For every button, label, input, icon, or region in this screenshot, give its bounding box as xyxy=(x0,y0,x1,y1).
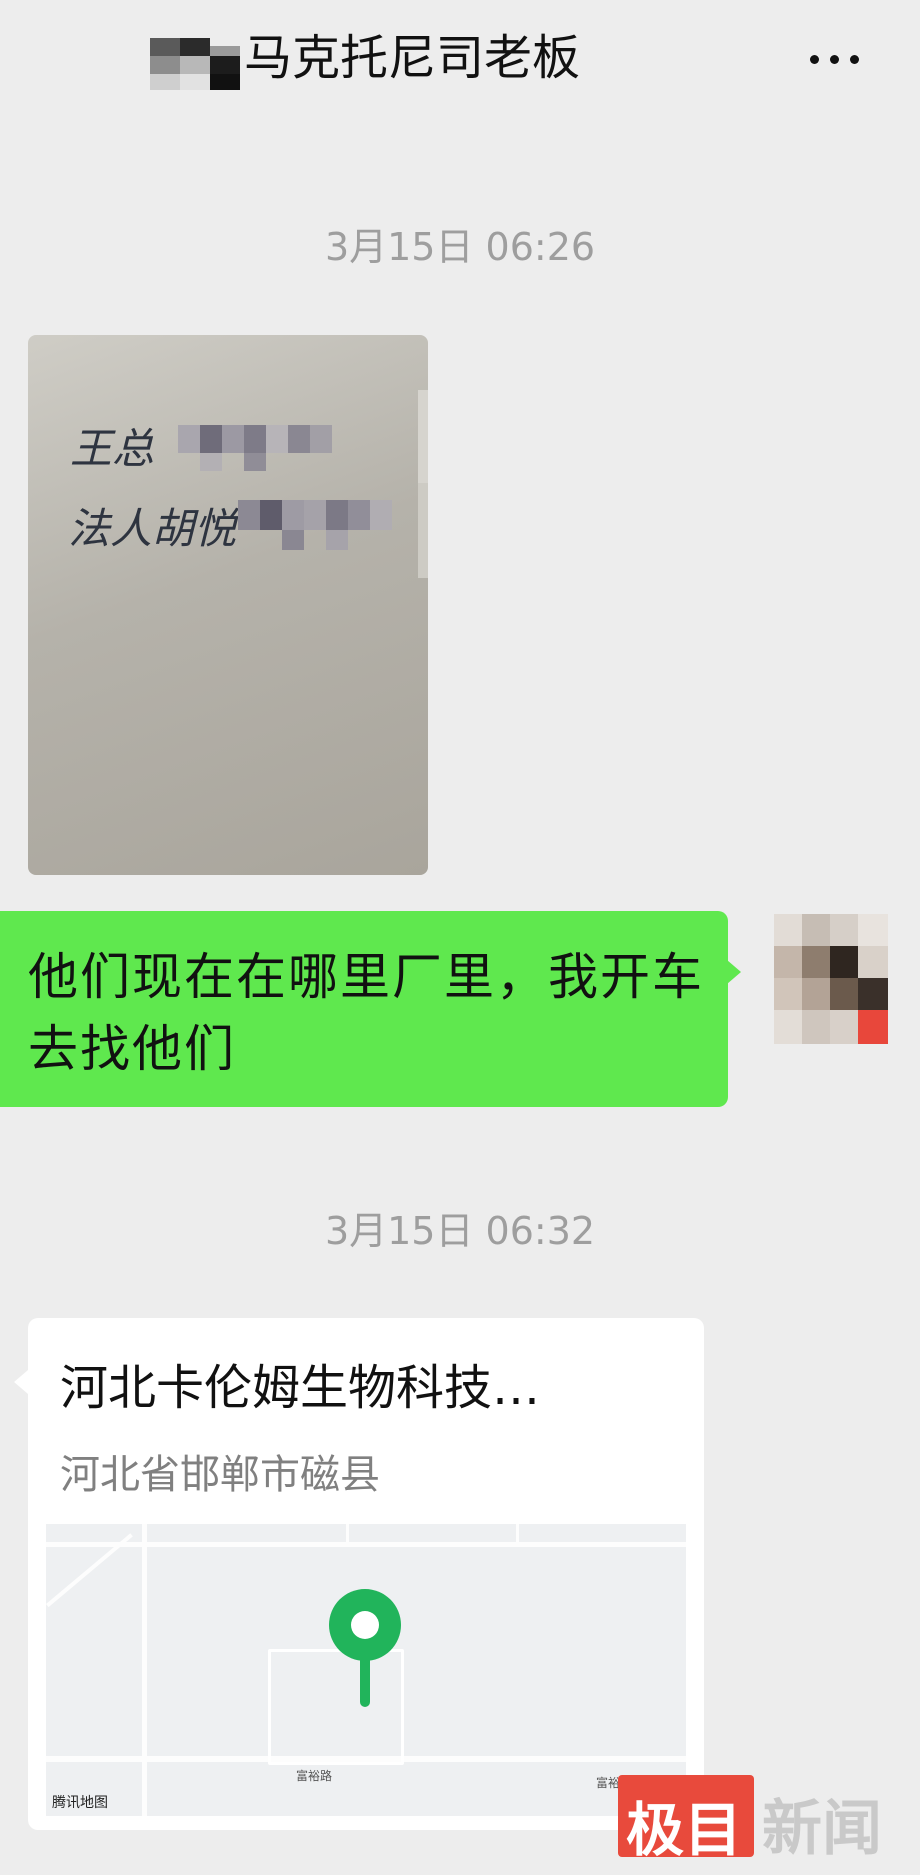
road-label: 富裕路 xyxy=(296,1769,333,1783)
location-message[interactable]: 河北卡伦姆生物科技… 河北省邯郸市磁县 富裕路 富裕路 腾讯地图 xyxy=(28,1318,704,1830)
watermark-logo: 极目 xyxy=(618,1775,754,1864)
location-pin-stem xyxy=(360,1657,370,1707)
photo-handwriting-2: 法人胡悦 xyxy=(68,504,237,553)
sent-message-text: 他们现在在哪里厂里，我开车去找他们 xyxy=(28,948,704,1078)
more-options-icon[interactable] xyxy=(806,36,866,80)
map-block xyxy=(268,1649,404,1765)
sent-text-message[interactable]: 他们现在在哪里厂里，我开车去找他们 xyxy=(0,911,728,1107)
map-credit: 腾讯地图 xyxy=(52,1795,108,1811)
photo-handwriting-1: 王总 xyxy=(70,424,155,473)
avatar[interactable] xyxy=(774,914,888,1044)
location-name: 河北卡伦姆生物科技… xyxy=(60,1360,541,1416)
timestamp: 3月15日 06:26 xyxy=(324,225,596,269)
map-preview[interactable]: 富裕路 富裕路 腾讯地图 xyxy=(46,1524,686,1816)
blurred-name-prefix xyxy=(150,38,244,92)
location-pin-icon xyxy=(329,1589,401,1661)
image-message[interactable]: 王总 法人胡悦 xyxy=(28,335,428,875)
received-bubble-tail xyxy=(14,1370,28,1394)
chat-title: 马克托尼司老板 xyxy=(244,30,581,86)
timestamp: 3月15日 06:32 xyxy=(324,1209,596,1253)
sent-bubble-tail xyxy=(727,960,741,984)
location-address: 河北省邯郸市磁县 xyxy=(60,1452,380,1498)
chat-header: 马克托尼司老板 xyxy=(0,0,920,125)
watermark-text: 新闻 xyxy=(762,1794,882,1864)
